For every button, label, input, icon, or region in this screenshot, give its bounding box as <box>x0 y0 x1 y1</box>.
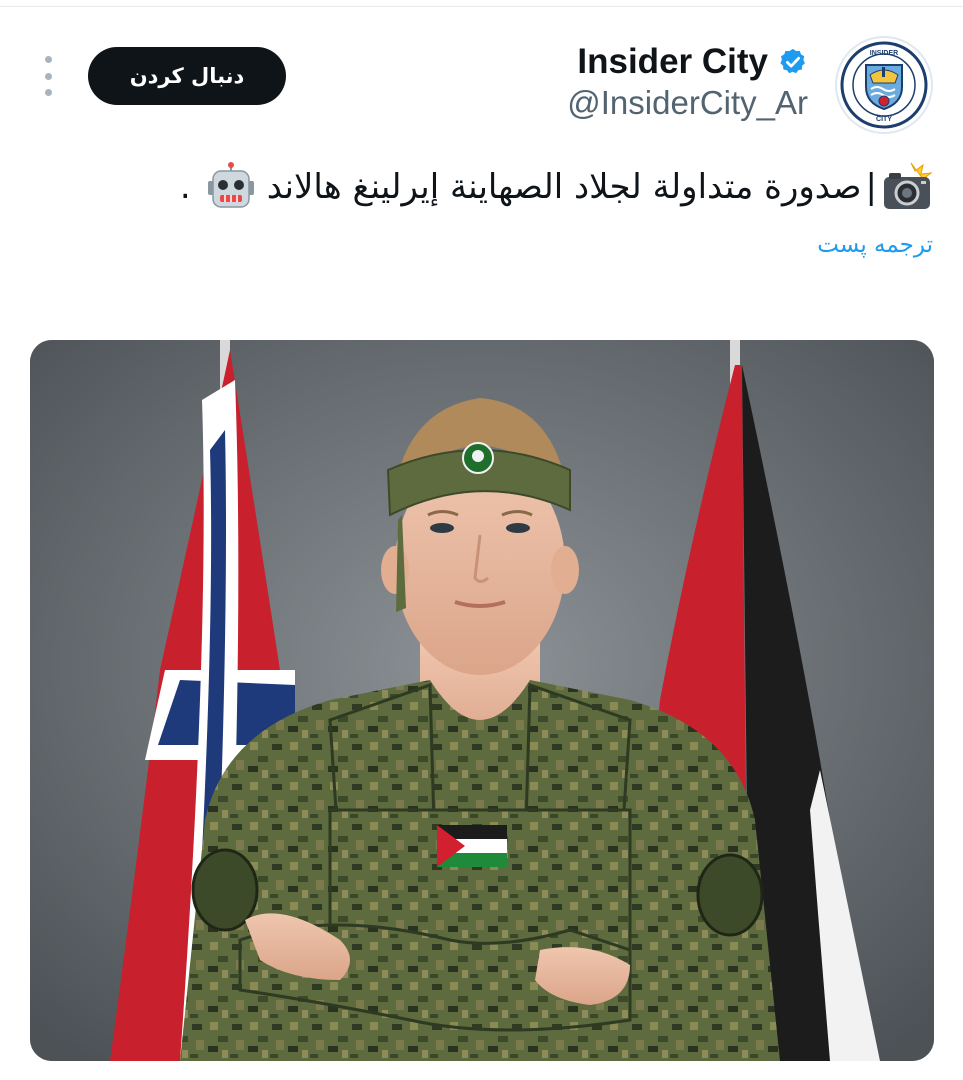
more-options-button[interactable] <box>40 56 56 96</box>
author-name-row[interactable]: Insider City <box>577 40 808 84</box>
translate-post-link[interactable]: ترجمه پست <box>817 232 933 258</box>
avatar-ring-text-top: INSIDER <box>870 50 898 57</box>
more-vertical-icon <box>44 56 52 63</box>
manchester-city-crest-icon: INSIDER CITY <box>840 41 928 129</box>
camera-flash-icon <box>884 162 933 209</box>
top-divider <box>0 0 963 7</box>
soldier-portrait-image <box>30 340 934 1061</box>
tweet-trailing-period: . <box>179 167 191 207</box>
robot-face-icon <box>207 162 254 208</box>
tweet-media-image[interactable] <box>30 340 934 1061</box>
palestine-flag-patch <box>437 825 507 867</box>
author-handle[interactable]: @InsiderCity_Ar <box>567 84 808 122</box>
author-name[interactable]: Insider City <box>577 42 768 82</box>
avatar-ring-text-bottom: CITY <box>876 116 892 123</box>
tweet-separator: | <box>865 167 877 207</box>
verified-badge-icon <box>780 48 805 74</box>
tweet-body: صدورة متداولة لجلاد الصهاينة إيرلينغ هال… <box>266 167 862 207</box>
tweet-text: | صدورة متداولة لجلاد الصهاينة إيرلينغ ه… <box>53 152 933 222</box>
profile-avatar[interactable]: INSIDER CITY <box>835 36 933 134</box>
follow-button[interactable]: دنبال کردن <box>88 47 286 105</box>
